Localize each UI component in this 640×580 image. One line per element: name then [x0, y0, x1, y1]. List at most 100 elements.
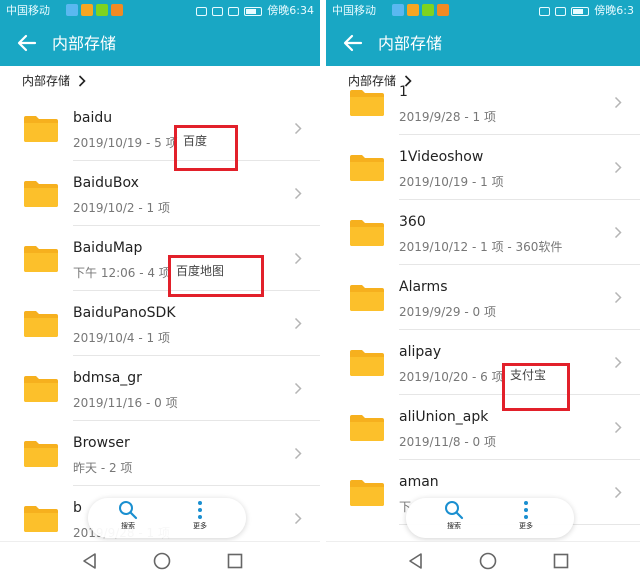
- folder-icon: [24, 506, 58, 532]
- notification-icons: [66, 4, 123, 16]
- page-title: 内部存储: [378, 34, 443, 53]
- more-button[interactable]: 更多: [180, 500, 220, 536]
- clock: 傍晚6:34: [267, 4, 314, 17]
- app-bar: 内部存储: [0, 22, 320, 66]
- folder-row[interactable]: Browser 昨天 - 2 项: [0, 421, 320, 486]
- folder-icon: [24, 116, 58, 142]
- folder-name: BaiduBox: [73, 175, 139, 191]
- right-screen: 中国移动 傍晚6:3 内部存储 内部存储 1 2019/9/28 - 1 项 1Vi…: [326, 0, 640, 580]
- status-bar: 中国移动 傍晚6:3: [326, 0, 640, 22]
- search-label: 搜索: [121, 522, 135, 530]
- folder-row[interactable]: alipay 2019/10/20 - 6 项支付宝: [326, 330, 640, 395]
- folder-meta: 2019/10/4 - 1 项: [73, 331, 170, 345]
- folder-name: Browser: [73, 435, 130, 451]
- folder-row[interactable]: bdmsa_gr 2019/11/16 - 0 项: [0, 356, 320, 421]
- folder-row[interactable]: 360 2019/10/12 - 1 项 - 360软件: [326, 200, 640, 265]
- app-notification-icon: [422, 4, 434, 16]
- system-nav-bar: [0, 541, 320, 580]
- folder-icon: [350, 480, 384, 506]
- annotation-box-baidu: [174, 125, 238, 171]
- hd-icon: [212, 6, 224, 16]
- search-button[interactable]: 搜索: [434, 500, 474, 536]
- breadcrumb-label[interactable]: 内部存储: [22, 66, 70, 96]
- folder-row[interactable]: Alarms 2019/9/29 - 0 项: [326, 265, 640, 330]
- triangle-back-icon[interactable]: [406, 551, 426, 571]
- mute-icon: [539, 6, 551, 16]
- app-notification-icon: [392, 4, 404, 16]
- chevron-right-icon: [614, 291, 622, 304]
- annotation-box-baidumap: [168, 255, 264, 297]
- chevron-right-icon: [614, 356, 622, 369]
- folder-name: 1: [399, 84, 408, 100]
- square-recents-icon[interactable]: [551, 551, 571, 571]
- folder-row[interactable]: BaiduMap 下午 12:06 - 4 项百度地图: [0, 226, 320, 291]
- folder-icon: [350, 155, 384, 181]
- breadcrumb[interactable]: 内部存储: [0, 66, 320, 96]
- folder-icon: [24, 376, 58, 402]
- folder-name: 360: [399, 214, 426, 230]
- search-icon: [119, 501, 138, 520]
- app-notification-icon: [81, 4, 93, 16]
- folder-icon: [24, 311, 58, 337]
- app-notification-icon: [66, 4, 78, 16]
- folder-icon: [24, 181, 58, 207]
- hd-icon: [555, 6, 567, 16]
- more-label: 更多: [193, 522, 207, 530]
- system-nav-bar: [326, 541, 640, 580]
- chevron-right-icon: [614, 161, 622, 174]
- status-bar: 中国移动 傍晚6:34: [0, 0, 320, 22]
- chevron-right-icon: [294, 187, 302, 200]
- folder-row[interactable]: baidu 2019/10/19 - 5 项百度: [0, 96, 320, 161]
- search-label: 搜索: [447, 522, 461, 530]
- search-button[interactable]: 搜索: [108, 500, 148, 536]
- more-button[interactable]: 更多: [506, 500, 546, 536]
- square-recents-icon[interactable]: [225, 551, 245, 571]
- folder-icon: [24, 246, 58, 272]
- app-notification-icon: [437, 4, 449, 16]
- folder-row[interactable]: aliUnion_apk 2019/11/8 - 0 项: [326, 395, 640, 460]
- folder-name: 1Videoshow: [399, 149, 484, 165]
- folder-icon: [350, 350, 384, 376]
- circle-home-icon[interactable]: [152, 551, 172, 571]
- page-title: 内部存储: [52, 34, 117, 53]
- folder-meta: 2019/10/2 - 1 项: [73, 201, 170, 215]
- mute-icon: [196, 6, 208, 16]
- chevron-right-icon: [614, 96, 622, 109]
- folder-meta: 2019/9/28 - 1 项: [399, 110, 496, 124]
- folder-row[interactable]: 1Videoshow 2019/10/19 - 1 项: [326, 135, 640, 200]
- search-icon: [445, 501, 464, 520]
- battery-icon: [244, 6, 263, 16]
- folder-name: aliUnion_apk: [399, 409, 489, 425]
- folder-name: BaiduMap: [73, 240, 143, 256]
- arrow-left-icon[interactable]: [14, 30, 40, 56]
- chevron-right-icon: [294, 512, 302, 525]
- folder-row[interactable]: BaiduBox 2019/10/2 - 1 项: [0, 161, 320, 226]
- folder-name: aman: [399, 474, 439, 490]
- folder-meta: 2019/10/12 - 1 项 - 360软件: [399, 240, 563, 254]
- circle-home-icon[interactable]: [478, 551, 498, 571]
- chevron-right-icon: [614, 486, 622, 499]
- more-vertical-icon: [524, 501, 528, 519]
- bottom-action-bar: 搜索 更多: [406, 498, 574, 538]
- folder-meta: 2019/9/29 - 0 项: [399, 305, 496, 319]
- chevron-right-icon: [294, 122, 302, 135]
- folder-meta: 2019/10/19 - 5 项: [73, 136, 178, 150]
- folder-meta: 2019/11/8 - 0 项: [399, 435, 496, 449]
- chevron-right-icon: [294, 447, 302, 460]
- folder-icon: [350, 415, 384, 441]
- folder-icon: [24, 441, 58, 467]
- chevron-right-icon: [294, 382, 302, 395]
- chevron-right-icon: [294, 252, 302, 265]
- folder-meta: 昨天 - 2 项: [73, 461, 133, 475]
- notification-icons: [392, 4, 449, 16]
- triangle-back-icon[interactable]: [80, 551, 100, 571]
- wifi-icon: [228, 6, 240, 16]
- battery-icon: [571, 6, 590, 16]
- folder-row[interactable]: BaiduPanoSDK 2019/10/4 - 1 项: [0, 291, 320, 356]
- left-screen: 中国移动 傍晚6:34 内部存储 内部存储 baidu 2019/10/19 - …: [0, 0, 320, 580]
- app-notification-icon: [111, 4, 123, 16]
- folder-row[interactable]: 1 2019/9/28 - 1 项: [326, 70, 640, 135]
- chevron-right-icon: [614, 226, 622, 239]
- folder-icon: [350, 285, 384, 311]
- arrow-left-icon[interactable]: [340, 30, 366, 56]
